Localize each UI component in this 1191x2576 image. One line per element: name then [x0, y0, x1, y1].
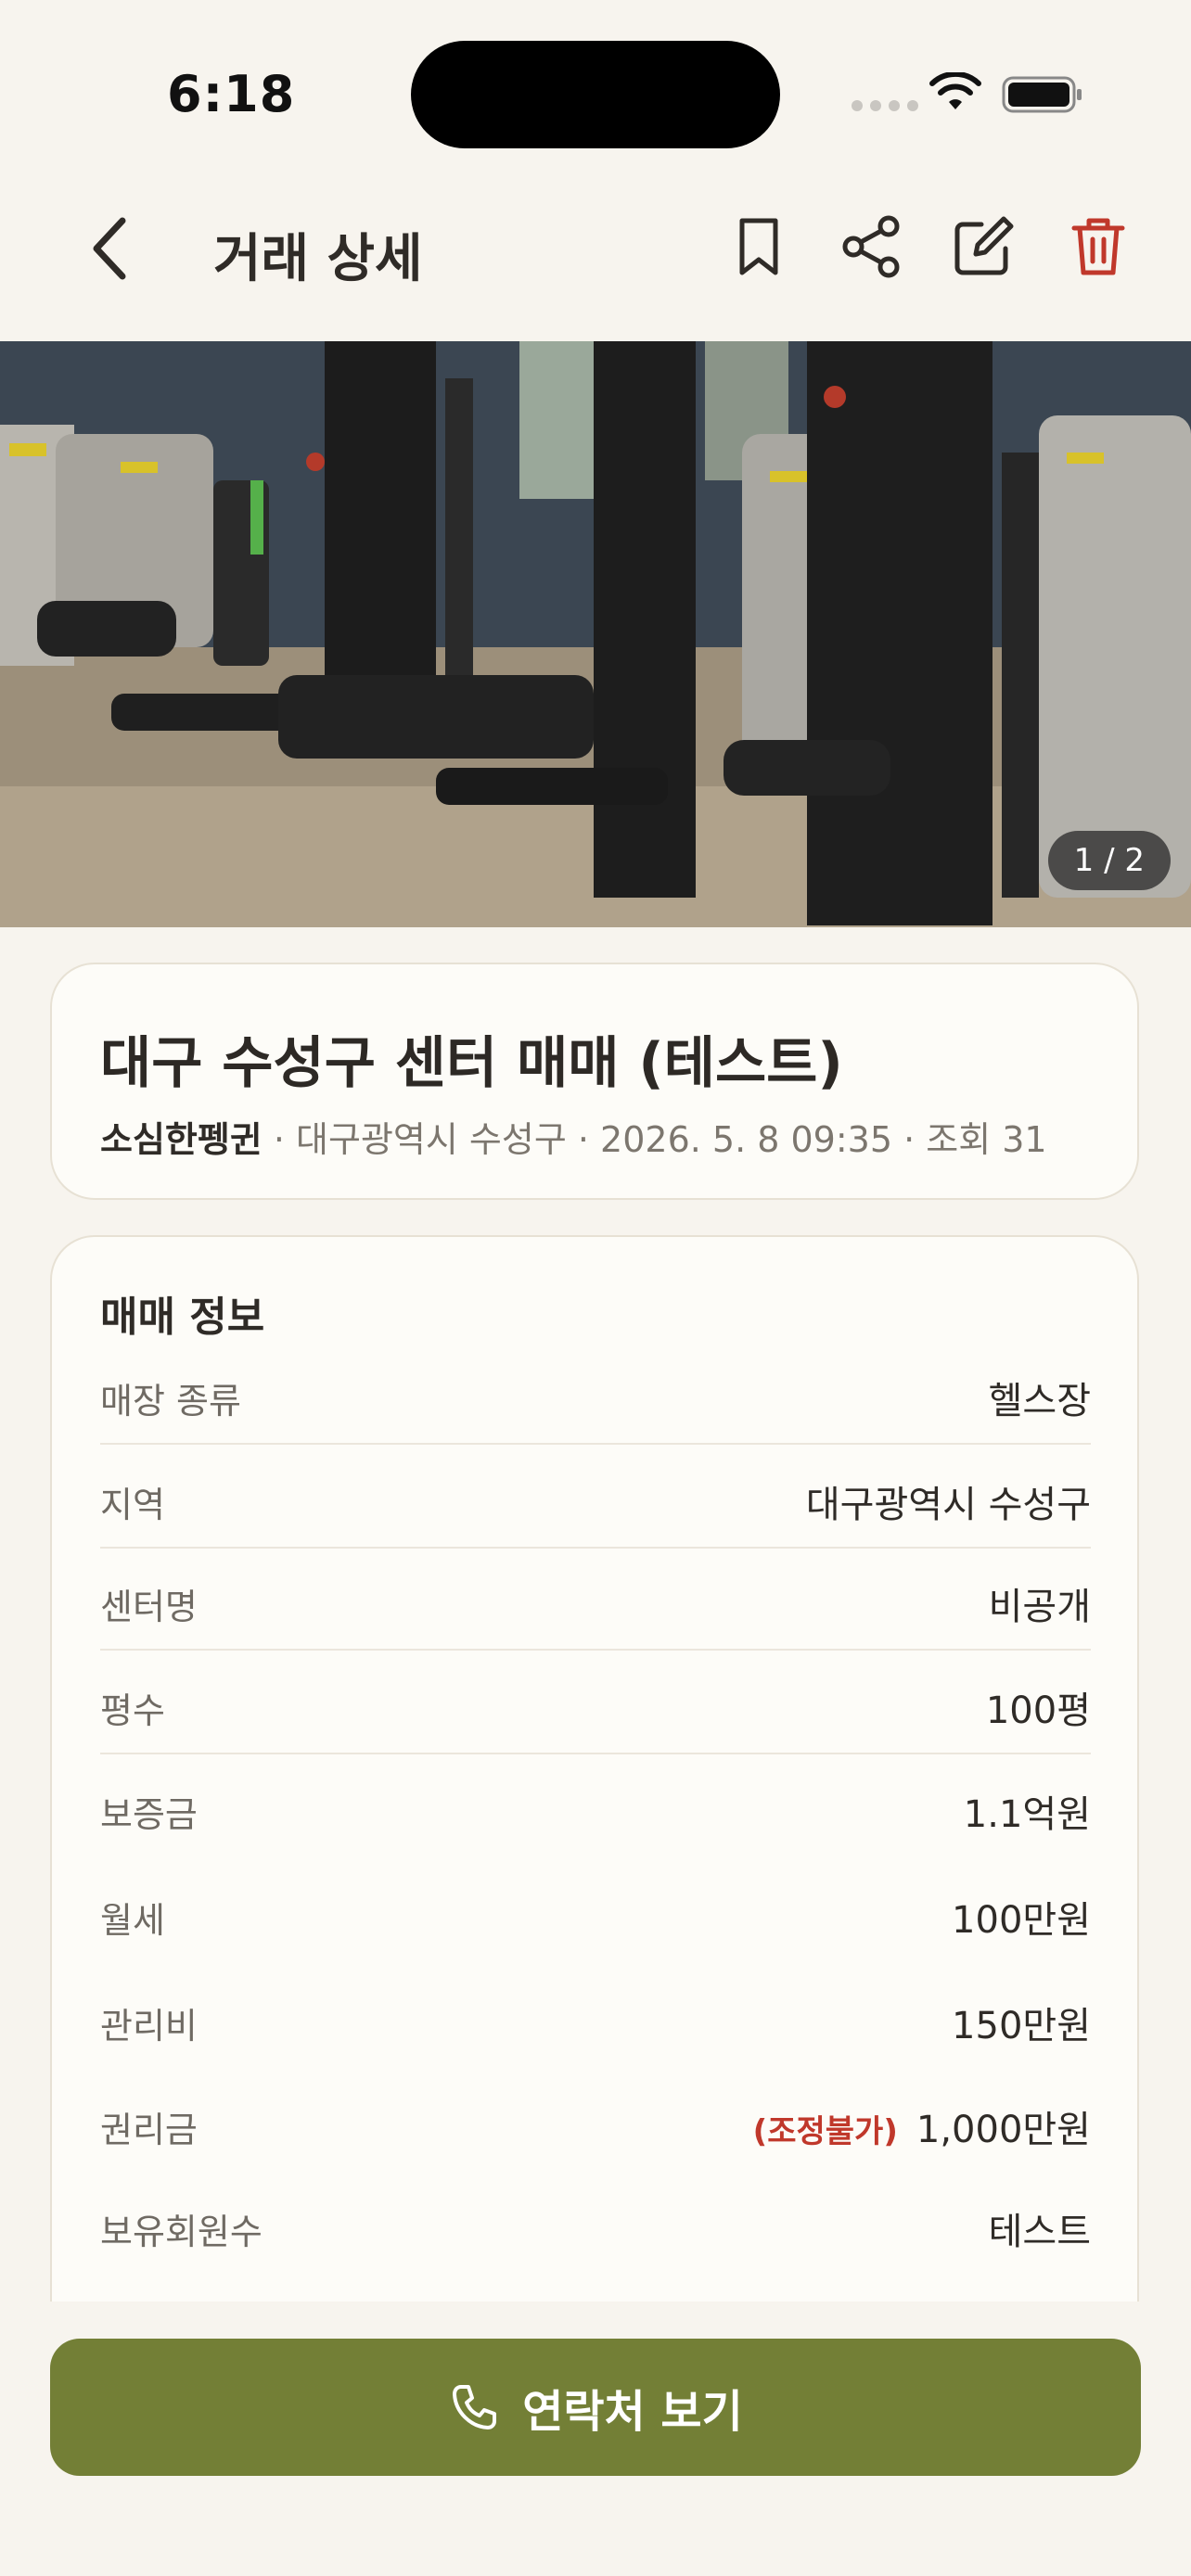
listing-summary-card: 대구 수성구 센터 매매 (테스트) 소심한펭귄 · 대구광역시 수성구 · 2… — [50, 963, 1139, 1200]
dynamic-island — [411, 41, 780, 148]
listing-meta-details: · 대구광역시 수성구 · 2026. 5. 8 09:35 · 조회 31 — [262, 1119, 1047, 1160]
cellular-signal-icon — [852, 100, 918, 111]
info-label: 월세 — [100, 1900, 165, 1941]
share-icon[interactable] — [839, 213, 905, 280]
top-nav-bar: 거래 상세 — [0, 185, 1191, 341]
info-row-premium: 권리금 (조정불가) 1,000만원 — [100, 2072, 1091, 2174]
sale-info-card: 매매 정보 매장 종류 헬스장 지역 대구광역시 수성구 센터명 비공개 평수 … — [50, 1235, 1139, 2348]
listing-photo-carousel[interactable]: 1 / 2 — [0, 341, 1191, 927]
info-row-maintenance-fee: 관리비 150만원 — [100, 1968, 1091, 2070]
back-button[interactable] — [85, 213, 137, 284]
info-label: 보증금 — [100, 1794, 198, 1835]
info-value: 테스트 — [988, 2211, 1091, 2253]
info-value: 1,000만원 — [916, 2109, 1091, 2151]
trash-icon[interactable] — [1065, 213, 1132, 280]
bottom-action-bar: 연락처 보기 — [0, 2302, 1191, 2576]
info-label: 관리비 — [100, 2006, 198, 2047]
wifi-icon — [929, 72, 981, 109]
gym-equipment-photo — [0, 341, 1191, 927]
info-label: 센터명 — [100, 1587, 198, 1627]
view-contact-label: 연락처 보기 — [522, 2386, 743, 2438]
info-value: 헬스장 — [988, 1380, 1091, 1422]
view-contact-button[interactable]: 연락처 보기 — [50, 2339, 1141, 2476]
info-row-center-name: 센터명 비공개 — [100, 1549, 1091, 1651]
page-title: 거래 상세 — [213, 229, 423, 289]
info-label: 지역 — [100, 1485, 165, 1525]
info-value: 1.1억원 — [963, 1793, 1091, 1836]
photo-counter-badge: 1 / 2 — [1047, 831, 1171, 890]
info-value: 비공개 — [988, 1586, 1091, 1628]
info-row-monthly-rent: 월세 100만원 — [100, 1862, 1091, 1964]
info-value: 100평 — [985, 1690, 1091, 1732]
info-row-area: 평수 100평 — [100, 1652, 1091, 1754]
status-bar: 6:18 — [0, 0, 1191, 185]
info-label: 평수 — [100, 1690, 165, 1731]
section-title: 매매 정보 — [100, 1294, 265, 1341]
author-name[interactable]: 소심한펭귄 — [100, 1119, 263, 1160]
status-time: 6:18 — [167, 65, 296, 123]
info-label: 권리금 — [100, 2110, 198, 2150]
info-row-region: 지역 대구광역시 수성구 — [100, 1447, 1091, 1549]
info-value: 150만원 — [952, 2005, 1091, 2047]
info-value-with-note: (조정불가) 1,000만원 — [753, 2099, 1091, 2153]
info-label: 보유회원수 — [100, 2212, 263, 2252]
listing-title: 대구 수성구 센터 매매 (테스트) — [100, 1031, 843, 1096]
info-value: 대구광역시 수성구 — [805, 1484, 1091, 1526]
info-value: 100만원 — [952, 1899, 1091, 1942]
battery-icon — [1002, 76, 1082, 113]
listing-meta: 소심한펭귄 · 대구광역시 수성구 · 2026. 5. 8 09:35 · 조… — [100, 1111, 1047, 1162]
non-negotiable-note: (조정불가) — [752, 2113, 898, 2150]
info-row-deposit: 보증금 1.1억원 — [100, 1756, 1091, 1858]
info-label: 매장 종류 — [100, 1381, 241, 1422]
info-row-store-type: 매장 종류 헬스장 — [100, 1343, 1091, 1445]
phone-icon — [453, 2385, 497, 2429]
info-row-member-count: 보유회원수 테스트 — [100, 2174, 1091, 2276]
edit-icon[interactable] — [950, 213, 1017, 280]
bookmark-icon[interactable] — [725, 213, 792, 280]
